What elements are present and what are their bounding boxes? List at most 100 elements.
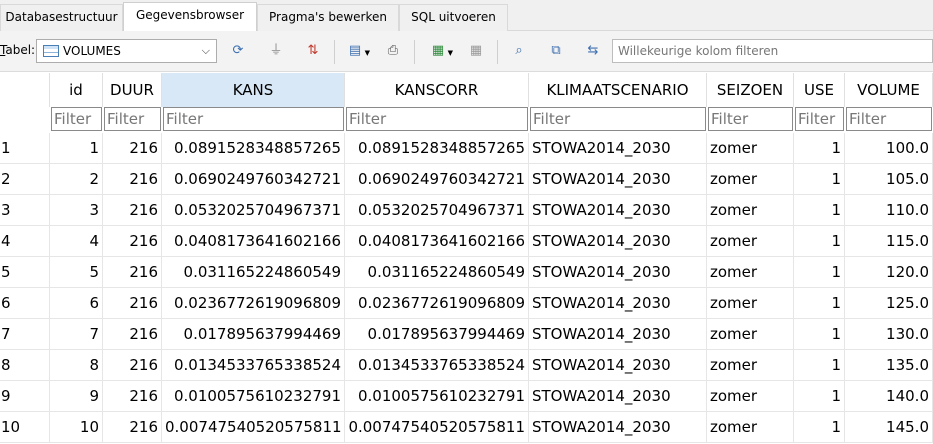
row-number[interactable]: 6 xyxy=(0,288,50,319)
table-row[interactable]: 3 3 216 0.0532025704967371 0.053202570496737… xyxy=(0,195,933,226)
cell-id[interactable]: 5 xyxy=(50,257,103,288)
cell-klimaatscenario[interactable]: STOWA2014_2030 xyxy=(529,195,707,226)
filter-input[interactable] xyxy=(708,107,793,131)
cell-volume[interactable]: 125.0 xyxy=(845,288,933,319)
cell-id[interactable]: 7 xyxy=(50,319,103,350)
cell-duur[interactable]: 216 xyxy=(103,257,162,288)
cell-use[interactable]: 1 xyxy=(794,164,845,195)
replace-icon[interactable]: ⇆ xyxy=(583,41,603,61)
filter-input[interactable] xyxy=(163,107,344,131)
delete-record-icon[interactable]: ▦ xyxy=(466,41,486,61)
row-number[interactable]: 7 xyxy=(0,319,50,350)
cell-volume[interactable]: 115.0 xyxy=(845,226,933,257)
cell-duur[interactable]: 216 xyxy=(103,164,162,195)
cell-kanscorr[interactable]: 0.017895637994469 xyxy=(345,319,529,350)
table-row[interactable]: 1 1 216 0.0891528348857265 0.089152834885726… xyxy=(0,133,933,164)
save-table-icon[interactable]: ▤ ▼ xyxy=(345,41,370,61)
cell-duur[interactable]: 216 xyxy=(103,381,162,412)
cell-klimaatscenario[interactable]: STOWA2014_2030 xyxy=(529,350,707,381)
cell-kans[interactable]: 0.0236772619096809 xyxy=(162,288,345,319)
cell-duur[interactable]: 216 xyxy=(103,350,162,381)
row-number[interactable]: 3 xyxy=(0,195,50,226)
row-number[interactable]: 5 xyxy=(0,257,50,288)
column-header-kanscorr[interactable]: KANSCORR xyxy=(345,73,529,107)
tab-edit-pragmas[interactable]: Pragma's bewerken xyxy=(257,4,399,31)
cell-klimaatscenario[interactable]: STOWA2014_2030 xyxy=(529,319,707,350)
cell-kans[interactable]: 0.017895637994469 xyxy=(162,319,345,350)
row-number[interactable]: 9 xyxy=(0,381,50,412)
cell-duur[interactable]: 216 xyxy=(103,319,162,350)
cell-kanscorr[interactable]: 0.031165224860549 xyxy=(345,257,529,288)
column-filter-input[interactable]: Willekeurige kolom filteren xyxy=(612,39,933,63)
cell-klimaatscenario[interactable]: STOWA2014_2030 xyxy=(529,381,707,412)
cell-kanscorr[interactable]: 0.0891528348857265 xyxy=(345,133,529,164)
cell-kans[interactable]: 0.0532025704967371 xyxy=(162,195,345,226)
cell-id[interactable]: 8 xyxy=(50,350,103,381)
cell-use[interactable]: 1 xyxy=(794,350,845,381)
cell-use[interactable]: 1 xyxy=(794,288,845,319)
row-number[interactable]: 10 xyxy=(0,412,50,443)
cell-seizoen[interactable]: zomer xyxy=(707,257,794,288)
cell-volume[interactable]: 145.0 xyxy=(845,412,933,443)
cell-use[interactable]: 1 xyxy=(794,257,845,288)
clear-filters-icon[interactable]: ⏚ xyxy=(266,41,286,61)
clear-sort-icon[interactable]: ⇅ xyxy=(303,41,323,61)
table-select[interactable]: VOLUMES ⌵ xyxy=(36,39,217,63)
table-row[interactable]: 4 4 216 0.0408173641602166 0.040817364160216… xyxy=(0,226,933,257)
cell-klimaatscenario[interactable]: STOWA2014_2030 xyxy=(529,288,707,319)
cell-use[interactable]: 1 xyxy=(794,195,845,226)
cell-duur[interactable]: 216 xyxy=(103,226,162,257)
cell-kanscorr[interactable]: 0.0690249760342721 xyxy=(345,164,529,195)
cell-use[interactable]: 1 xyxy=(794,226,845,257)
cell-kans[interactable]: 0.0100575610232791 xyxy=(162,381,345,412)
cell-id[interactable]: 1 xyxy=(50,133,103,164)
table-row[interactable]: 6 6 216 0.0236772619096809 0.023677261909680… xyxy=(0,288,933,319)
cell-seizoen[interactable]: zomer xyxy=(707,195,794,226)
cell-kans[interactable]: 0.0408173641602166 xyxy=(162,226,345,257)
cell-seizoen[interactable]: zomer xyxy=(707,412,794,443)
cell-duur[interactable]: 216 xyxy=(103,412,162,443)
filter-input[interactable] xyxy=(104,107,161,131)
cell-id[interactable]: 9 xyxy=(50,381,103,412)
cell-seizoen[interactable]: zomer xyxy=(707,226,794,257)
filter-input[interactable] xyxy=(530,107,706,131)
row-number[interactable]: 1 xyxy=(0,133,50,164)
cell-use[interactable]: 1 xyxy=(794,319,845,350)
row-number[interactable]: 8 xyxy=(0,350,50,381)
table-row[interactable]: 10 10 216 0.00747540520575811 0.007475405205… xyxy=(0,412,933,443)
cell-id[interactable]: 2 xyxy=(50,164,103,195)
cell-use[interactable]: 1 xyxy=(794,133,845,164)
insert-record-icon[interactable]: ▦ ▼ xyxy=(428,41,453,61)
cell-klimaatscenario[interactable]: STOWA2014_2030 xyxy=(529,257,707,288)
find-icon[interactable]: ⌕ xyxy=(509,41,529,61)
cell-klimaatscenario[interactable]: STOWA2014_2030 xyxy=(529,412,707,443)
cell-seizoen[interactable]: zomer xyxy=(707,164,794,195)
cell-id[interactable]: 4 xyxy=(50,226,103,257)
cell-kanscorr[interactable]: 0.0100575610232791 xyxy=(345,381,529,412)
tab-browse-data[interactable]: Gegevensbrowser xyxy=(123,2,257,32)
cell-volume[interactable]: 130.0 xyxy=(845,319,933,350)
column-header-seizoen[interactable]: SEIZOEN xyxy=(707,73,794,107)
cell-kans[interactable]: 0.031165224860549 xyxy=(162,257,345,288)
cell-kans[interactable]: 0.0690249760342721 xyxy=(162,164,345,195)
cell-kanscorr[interactable]: 0.0134533765338524 xyxy=(345,350,529,381)
find-replace-icon[interactable]: ⧉ xyxy=(546,41,566,61)
cell-use[interactable]: 1 xyxy=(794,381,845,412)
table-row[interactable]: 7 7 216 0.017895637994469 0.017895637994469 S… xyxy=(0,319,933,350)
cell-seizoen[interactable]: zomer xyxy=(707,288,794,319)
cell-klimaatscenario[interactable]: STOWA2014_2030 xyxy=(529,226,707,257)
table-row[interactable]: 2 2 216 0.0690249760342721 0.069024976034272… xyxy=(0,164,933,195)
filter-input[interactable] xyxy=(795,107,844,131)
cell-seizoen[interactable]: zomer xyxy=(707,350,794,381)
cell-seizoen[interactable]: zomer xyxy=(707,319,794,350)
cell-volume[interactable]: 105.0 xyxy=(845,164,933,195)
cell-duur[interactable]: 216 xyxy=(103,288,162,319)
cell-volume[interactable]: 120.0 xyxy=(845,257,933,288)
column-header-kans[interactable]: KANS xyxy=(162,73,345,107)
filter-input[interactable] xyxy=(51,107,102,131)
cell-kans[interactable]: 0.0134533765338524 xyxy=(162,350,345,381)
cell-id[interactable]: 3 xyxy=(50,195,103,226)
cell-kans[interactable]: 0.00747540520575811 xyxy=(162,412,345,443)
cell-seizoen[interactable]: zomer xyxy=(707,133,794,164)
cell-kanscorr[interactable]: 0.0408173641602166 xyxy=(345,226,529,257)
